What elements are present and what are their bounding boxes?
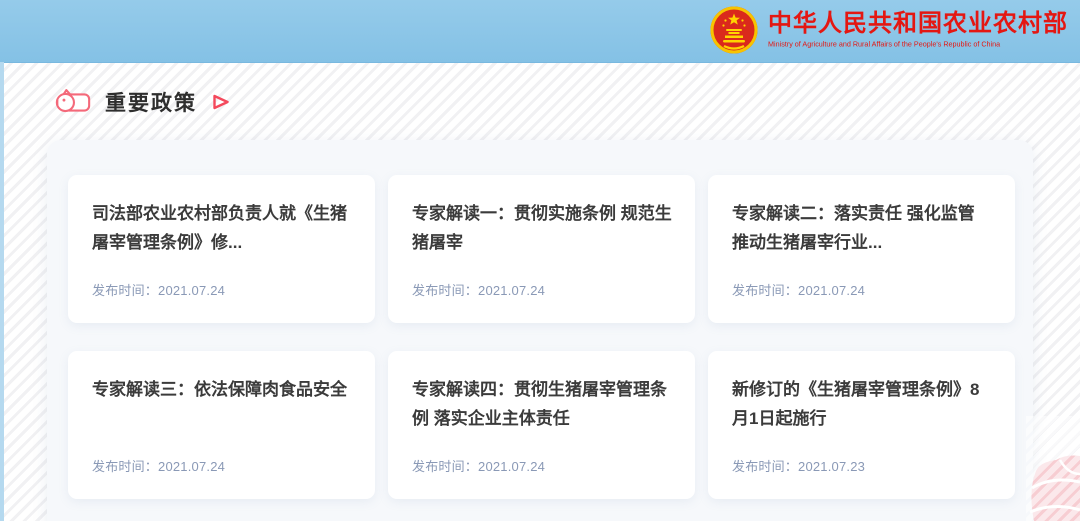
policy-card-title: 新修订的《生猪屠宰管理条例》8月1日起施行 bbox=[708, 351, 1015, 433]
date-value: 2021.07.24 bbox=[478, 283, 545, 298]
left-edge-accent bbox=[0, 62, 4, 521]
policy-card-grid: 司法部农业农村部负责人就《生猪屠宰管理条例》修... 发布时间：2021.07.… bbox=[68, 175, 1015, 499]
policy-card-date: 发布时间：2021.07.24 bbox=[732, 280, 865, 299]
policy-card-title: 专家解读一：贯彻实施条例 规范生猪屠宰 bbox=[388, 175, 695, 257]
brand-text: 中华人民共和国农业农村部 Ministry of Agriculture and… bbox=[768, 9, 1068, 51]
policy-card[interactable]: 专家解读一：贯彻实施条例 规范生猪屠宰 发布时间：2021.07.24 bbox=[388, 175, 695, 323]
date-label: 发布时间： bbox=[92, 283, 158, 298]
policy-card[interactable]: 专家解读四：贯彻生猪屠宰管理条例 落实企业主体责任 发布时间：2021.07.2… bbox=[388, 351, 695, 499]
policy-card-date: 发布时间：2021.07.24 bbox=[92, 280, 225, 299]
pig-icon bbox=[54, 87, 92, 117]
policy-card-title: 专家解读四：贯彻生猪屠宰管理条例 落实企业主体责任 bbox=[388, 351, 695, 433]
policy-card[interactable]: 新修订的《生猪屠宰管理条例》8月1日起施行 发布时间：2021.07.23 bbox=[708, 351, 1015, 499]
section-header: 重要政策 bbox=[54, 87, 230, 117]
policy-card-date: 发布时间：2021.07.24 bbox=[412, 280, 545, 299]
date-label: 发布时间： bbox=[732, 283, 798, 298]
policy-card[interactable]: 司法部农业农村部负责人就《生猪屠宰管理条例》修... 发布时间：2021.07.… bbox=[68, 175, 375, 323]
site-title: 中华人民共和国农业农村部 bbox=[768, 9, 1068, 39]
date-label: 发布时间： bbox=[92, 459, 158, 474]
policy-card-date: 发布时间：2021.07.24 bbox=[412, 456, 545, 475]
policy-panel: 司法部农业农村部负责人就《生猪屠宰管理条例》修... 发布时间：2021.07.… bbox=[47, 140, 1033, 521]
policy-card-date: 发布时间：2021.07.24 bbox=[92, 456, 225, 475]
date-value: 2021.07.24 bbox=[478, 459, 545, 474]
date-value: 2021.07.24 bbox=[798, 283, 865, 298]
page: 中华人民共和国农业农村部 Ministry of Agriculture and… bbox=[0, 0, 1080, 521]
date-value: 2021.07.24 bbox=[158, 459, 225, 474]
site-header: 中华人民共和国农业农村部 Ministry of Agriculture and… bbox=[0, 0, 1080, 63]
pink-pig-decoration bbox=[1026, 416, 1080, 521]
policy-card-date: 发布时间：2021.07.23 bbox=[732, 456, 865, 475]
policy-card-title: 司法部农业农村部负责人就《生猪屠宰管理条例》修... bbox=[68, 175, 375, 257]
date-label: 发布时间： bbox=[412, 459, 478, 474]
date-value: 2021.07.24 bbox=[158, 283, 225, 298]
policy-card[interactable]: 专家解读三：依法保障肉食品安全 发布时间：2021.07.24 bbox=[68, 351, 375, 499]
date-label: 发布时间： bbox=[732, 459, 798, 474]
site-subtitle: Ministry of Agriculture and Rural Affair… bbox=[768, 40, 1008, 49]
date-label: 发布时间： bbox=[412, 283, 478, 298]
national-emblem-icon bbox=[709, 5, 759, 55]
date-value: 2021.07.23 bbox=[798, 459, 865, 474]
policy-card-title: 专家解读二：落实责任 强化监管 推动生猪屠宰行业... bbox=[708, 175, 1015, 257]
policy-card[interactable]: 专家解读二：落实责任 强化监管 推动生猪屠宰行业... 发布时间：2021.07… bbox=[708, 175, 1015, 323]
section-title: 重要政策 bbox=[105, 87, 197, 117]
site-brand[interactable]: 中华人民共和国农业农村部 Ministry of Agriculture and… bbox=[709, 5, 1068, 55]
policy-card-title: 专家解读三：依法保障肉食品安全 bbox=[68, 351, 375, 405]
more-arrow-icon[interactable] bbox=[212, 93, 230, 111]
